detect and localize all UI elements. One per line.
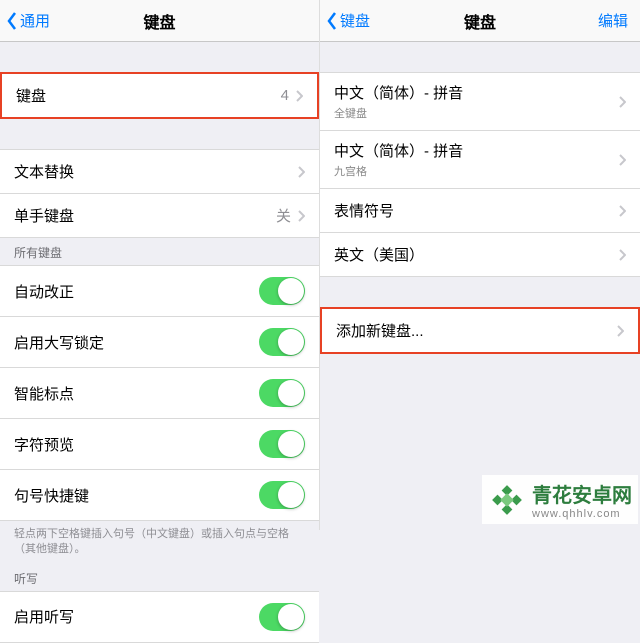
row-text-replacement[interactable]: 文本替换 bbox=[0, 149, 319, 194]
edit-button[interactable]: 编辑 bbox=[598, 10, 628, 31]
keyboard-item-emoji[interactable]: 表情符号 bbox=[320, 189, 640, 233]
navbar-right: 键盘 键盘 编辑 bbox=[320, 0, 640, 42]
period-shortcut-toggle[interactable] bbox=[259, 481, 305, 509]
watermark-url: www.qhhlv.com bbox=[532, 508, 632, 520]
smart-punctuation-toggle[interactable] bbox=[259, 379, 305, 407]
row-period-shortcut[interactable]: 句号快捷键 bbox=[0, 470, 319, 521]
chevron-right-icon bbox=[297, 210, 305, 222]
keyboard-item-sublabel: 九宫格 bbox=[334, 163, 463, 179]
smart-punctuation-label: 智能标点 bbox=[14, 383, 74, 404]
caps-lock-toggle[interactable] bbox=[259, 328, 305, 356]
toggle-group: 自动改正 启用大写锁定 智能标点 字符预览 句号快捷键 bbox=[0, 265, 319, 521]
row-one-handed[interactable]: 单手键盘 关 bbox=[0, 194, 319, 238]
keyboard-item-label: 中文（简体）- 拼音 bbox=[334, 140, 463, 161]
row-character-preview[interactable]: 字符预览 bbox=[0, 419, 319, 470]
nav-title-right: 键盘 bbox=[464, 9, 496, 33]
settings-keyboard-pane: 通用 键盘 键盘 4 文本替换 单手键盘 关 所有键盘 自动改正 bbox=[0, 0, 320, 530]
row-enable-dictation[interactable]: 启用听写 bbox=[0, 591, 319, 643]
chevron-right-icon bbox=[618, 205, 626, 217]
text-replacement-label: 文本替换 bbox=[14, 161, 74, 182]
caps-lock-label: 启用大写锁定 bbox=[14, 332, 104, 353]
chevron-right-icon bbox=[616, 325, 624, 337]
keyboard-item-english-us[interactable]: 英文（美国） bbox=[320, 233, 640, 277]
row-auto-correction[interactable]: 自动改正 bbox=[0, 265, 319, 317]
chevron-left-icon bbox=[6, 11, 18, 31]
enable-dictation-label: 启用听写 bbox=[14, 606, 74, 627]
chevron-right-icon bbox=[297, 166, 305, 178]
logo-icon bbox=[488, 481, 526, 519]
keyboard-item-pinyin-full[interactable]: 中文（简体）- 拼音 全键盘 bbox=[320, 72, 640, 131]
chevron-right-icon bbox=[618, 154, 626, 166]
row-keyboards-label: 键盘 bbox=[16, 85, 46, 106]
period-shortcut-footnote: 轻点两下空格键插入句号（中文键盘）或插入句点与空格（其他键盘）。 bbox=[0, 521, 319, 564]
auto-correction-toggle[interactable] bbox=[259, 277, 305, 305]
section-all-keyboards: 所有键盘 bbox=[0, 238, 319, 265]
keyboard-item-pinyin-nine[interactable]: 中文（简体）- 拼音 九宫格 bbox=[320, 131, 640, 189]
character-preview-label: 字符预览 bbox=[14, 434, 74, 455]
one-handed-value: 关 bbox=[276, 205, 291, 226]
keyboard-item-label: 表情符号 bbox=[334, 200, 394, 221]
row-keyboards-value: 4 bbox=[281, 87, 289, 104]
add-new-keyboard-label: 添加新键盘... bbox=[336, 320, 424, 341]
one-handed-label: 单手键盘 bbox=[14, 205, 74, 226]
chevron-right-icon bbox=[618, 249, 626, 261]
chevron-right-icon bbox=[295, 90, 303, 102]
keyboards-list-pane: 键盘 键盘 编辑 中文（简体）- 拼音 全键盘 中文（简体）- 拼音 九宫格 表… bbox=[320, 0, 640, 530]
navbar-left: 通用 键盘 bbox=[0, 0, 319, 42]
row-add-new-keyboard[interactable]: 添加新键盘... bbox=[320, 307, 640, 354]
chevron-right-icon bbox=[618, 96, 626, 108]
period-shortcut-label: 句号快捷键 bbox=[14, 485, 89, 506]
row-keyboards[interactable]: 键盘 4 bbox=[0, 72, 319, 119]
keyboard-item-sublabel: 全键盘 bbox=[334, 105, 463, 121]
keyboard-item-label: 英文（美国） bbox=[334, 244, 424, 265]
nav-title-left: 键盘 bbox=[143, 9, 175, 33]
back-label: 通用 bbox=[20, 10, 50, 31]
watermark: 青花安卓网 www.qhhlv.com bbox=[482, 475, 638, 524]
auto-correction-label: 自动改正 bbox=[14, 281, 74, 302]
row-smart-punctuation[interactable]: 智能标点 bbox=[0, 368, 319, 419]
back-button-general[interactable]: 通用 bbox=[6, 10, 50, 31]
row-caps-lock[interactable]: 启用大写锁定 bbox=[0, 317, 319, 368]
section-dictation: 听写 bbox=[0, 564, 319, 591]
character-preview-toggle[interactable] bbox=[259, 430, 305, 458]
chevron-left-icon bbox=[326, 11, 338, 31]
watermark-brand: 青花安卓网 bbox=[532, 479, 632, 508]
back-button-keyboard[interactable]: 键盘 bbox=[326, 10, 370, 31]
enable-dictation-toggle[interactable] bbox=[259, 603, 305, 631]
keyboard-item-label: 中文（简体）- 拼音 bbox=[334, 82, 463, 103]
back-label-right: 键盘 bbox=[340, 10, 370, 31]
